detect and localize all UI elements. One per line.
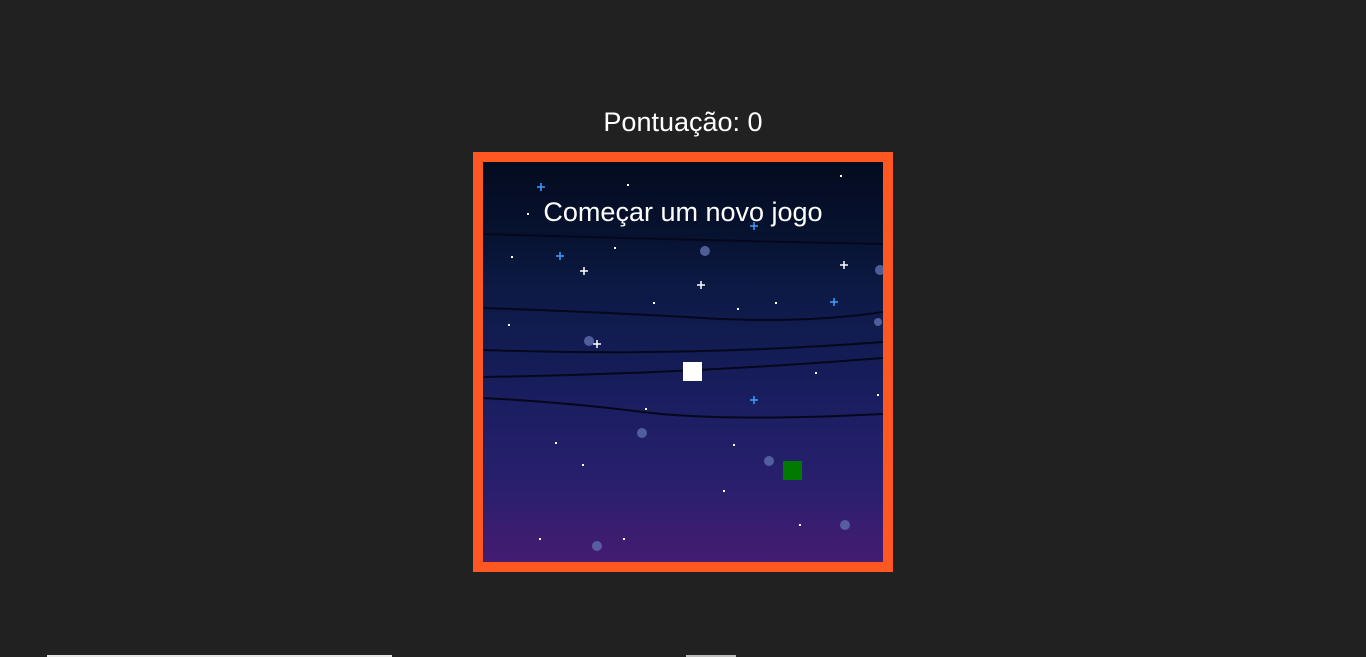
player-square (683, 362, 702, 381)
score-display: Pontuação: 0 (603, 107, 763, 137)
game-board[interactable]: Começar um novo jogo (473, 152, 893, 572)
target-square (783, 461, 802, 480)
new-game-button[interactable]: Começar um novo jogo (483, 194, 883, 230)
